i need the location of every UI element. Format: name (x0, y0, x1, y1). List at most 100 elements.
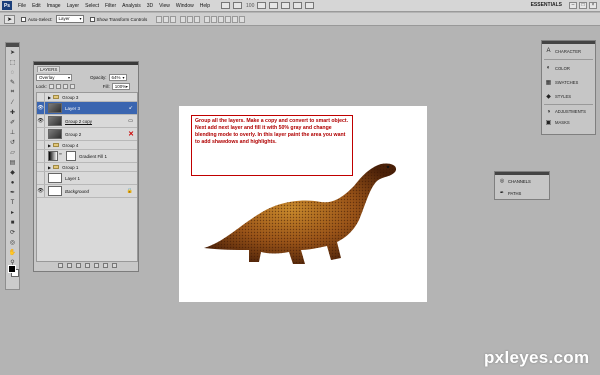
layer-row-group-4[interactable]: ▶ Group 4 (37, 141, 137, 150)
close-button[interactable]: × (589, 2, 597, 9)
auto-select-dropdown[interactable]: Layer (55, 15, 84, 23)
zoom-tool-icon[interactable] (269, 2, 279, 9)
distribute-center-icon[interactable] (232, 15, 239, 23)
visibility-toggle[interactable] (37, 163, 45, 171)
visibility-toggle[interactable]: 👁 (37, 185, 45, 197)
arrange-documents-icon[interactable] (293, 2, 303, 9)
panel-channels[interactable]: ◎ CHANNELS (495, 175, 549, 187)
shape-tool-icon[interactable]: ■ (7, 218, 18, 227)
panel-styles[interactable]: ◆ STYLES (542, 89, 595, 103)
menu-window[interactable]: Window (176, 3, 194, 9)
lock-image-icon[interactable] (55, 83, 61, 89)
3d-orbit-tool-icon[interactable]: ◎ (7, 238, 18, 247)
menu-analysis[interactable]: Analysis (122, 3, 141, 9)
layer-row-background[interactable]: 👁 Background 🔒 (37, 185, 137, 198)
pen-tool-icon[interactable]: ✒ (7, 188, 18, 197)
align-center-icon[interactable] (187, 15, 194, 23)
layers-panel-titlebar[interactable] (34, 62, 138, 65)
layer-row-group-2[interactable]: Group 2 ✕ (37, 128, 137, 141)
distribute-top-icon[interactable] (204, 15, 211, 23)
document-canvas[interactable]: Group all the layers. Make a copy and co… (179, 106, 427, 302)
workspace-switcher[interactable]: ESSENTIALS (531, 2, 562, 8)
panel-paths[interactable]: ✒ PATHS (495, 187, 549, 199)
align-top-icon[interactable] (156, 15, 163, 23)
adjustment-layer-icon[interactable] (84, 262, 90, 268)
screen-mode-icon[interactable] (305, 2, 315, 9)
expand-arrow-icon[interactable]: ▶ (48, 95, 51, 100)
brush-tool-icon[interactable]: ✐ (7, 118, 18, 127)
auto-select-checkbox[interactable] (21, 16, 26, 22)
lock-transparency-icon[interactable] (48, 83, 54, 89)
panel-character[interactable]: A CHARACTER (542, 44, 595, 58)
visibility-toggle[interactable]: 👁 (37, 102, 45, 114)
3d-rotate-tool-icon[interactable]: ⟳ (7, 228, 18, 237)
foreground-color-swatch[interactable] (8, 265, 16, 273)
history-brush-tool-icon[interactable]: ↺ (7, 138, 18, 147)
add-mask-icon[interactable] (75, 262, 81, 268)
move-tool-preset-icon[interactable]: ➤ (4, 14, 15, 24)
layer-style-icon[interactable] (66, 262, 72, 268)
quick-select-tool-icon[interactable]: ✎ (7, 78, 18, 87)
panel-swatches[interactable]: ▦ SWATCHES (542, 75, 595, 89)
lock-position-icon[interactable] (62, 83, 68, 89)
type-tool-icon[interactable]: T (7, 198, 18, 207)
expand-arrow-icon[interactable]: ▶ (48, 143, 51, 148)
tab-layers[interactable]: LAYERS (37, 66, 61, 72)
visibility-toggle[interactable]: 👁 (37, 115, 45, 127)
new-group-icon[interactable] (93, 262, 99, 268)
eraser-tool-icon[interactable]: ▱ (7, 148, 18, 157)
menu-image[interactable]: Image (47, 3, 61, 9)
blur-tool-icon[interactable]: ◆ (7, 168, 18, 177)
align-left-icon[interactable] (180, 15, 187, 23)
menu-help[interactable]: Help (200, 3, 210, 9)
menu-edit[interactable]: Edit (32, 3, 41, 9)
layer-row-group-3[interactable]: ▶ Group 3 (37, 93, 137, 102)
show-transform-checkbox[interactable] (89, 16, 95, 22)
fill-input[interactable]: 100% (111, 82, 130, 90)
layer-row-layer-3[interactable]: 👁 Layer 3 ↙ (37, 102, 137, 115)
blend-mode-select[interactable]: Overlay (36, 73, 72, 81)
healing-brush-tool-icon[interactable]: ✚ (7, 108, 18, 117)
dodge-tool-icon[interactable]: ● (7, 178, 18, 187)
minimize-button[interactable]: – (569, 2, 577, 9)
new-layer-icon[interactable] (102, 262, 108, 268)
opacity-input[interactable]: 64% (108, 73, 127, 81)
hand-tool-icon[interactable] (257, 2, 267, 9)
clone-stamp-tool-icon[interactable]: ⊥ (7, 128, 18, 137)
menu-filter[interactable]: Filter (105, 3, 116, 9)
mini-bridge-icon[interactable] (233, 2, 243, 9)
menu-select[interactable]: Select (85, 3, 99, 9)
eyedropper-tool-icon[interactable]: ⁄ (7, 98, 18, 107)
layer-row-group-2-copy[interactable]: 👁 Group 2 copy ▭ (37, 115, 137, 128)
distribute-bottom-icon[interactable] (218, 15, 225, 23)
layer-row-layer-1[interactable]: Layer 1 (37, 172, 137, 185)
panel-adjustments[interactable]: ◑ ADJUSTMENTS (542, 106, 595, 117)
distribute-right-icon[interactable] (239, 15, 246, 23)
align-middle-icon[interactable] (163, 15, 170, 23)
crop-tool-icon[interactable]: ⌗ (7, 88, 18, 97)
align-bottom-icon[interactable] (170, 15, 177, 23)
bridge-icon[interactable] (221, 2, 231, 9)
visibility-toggle[interactable] (37, 141, 45, 149)
gradient-tool-icon[interactable]: ▤ (7, 158, 18, 167)
rotate-view-icon[interactable] (281, 2, 291, 9)
hand-tool-icon[interactable]: ✋ (7, 248, 18, 257)
expand-arrow-icon[interactable]: ▶ (48, 165, 51, 170)
delete-layer-icon[interactable] (111, 262, 117, 268)
zoom-level[interactable]: 100 (246, 3, 254, 9)
menu-3d[interactable]: 3D (147, 3, 153, 9)
layer-row-gradient-fill-1[interactable]: ∞ Gradient Fill 1 (37, 150, 137, 163)
visibility-toggle[interactable] (37, 93, 45, 101)
tools-panel-handle[interactable] (6, 43, 19, 47)
visibility-toggle[interactable] (37, 172, 45, 184)
path-selection-tool-icon[interactable]: ▸ (7, 208, 18, 217)
panel-masks[interactable]: ▣ MASKS (542, 117, 595, 128)
align-right-icon[interactable] (194, 15, 201, 23)
distribute-middle-icon[interactable] (211, 15, 218, 23)
lock-all-icon[interactable] (69, 83, 75, 89)
marquee-tool-icon[interactable]: ⬚ (7, 58, 18, 67)
menu-view[interactable]: View (159, 3, 170, 9)
maximize-button[interactable]: □ (579, 2, 587, 9)
move-tool-icon[interactable]: ➤ (7, 48, 18, 57)
link-layers-icon[interactable] (57, 262, 63, 268)
